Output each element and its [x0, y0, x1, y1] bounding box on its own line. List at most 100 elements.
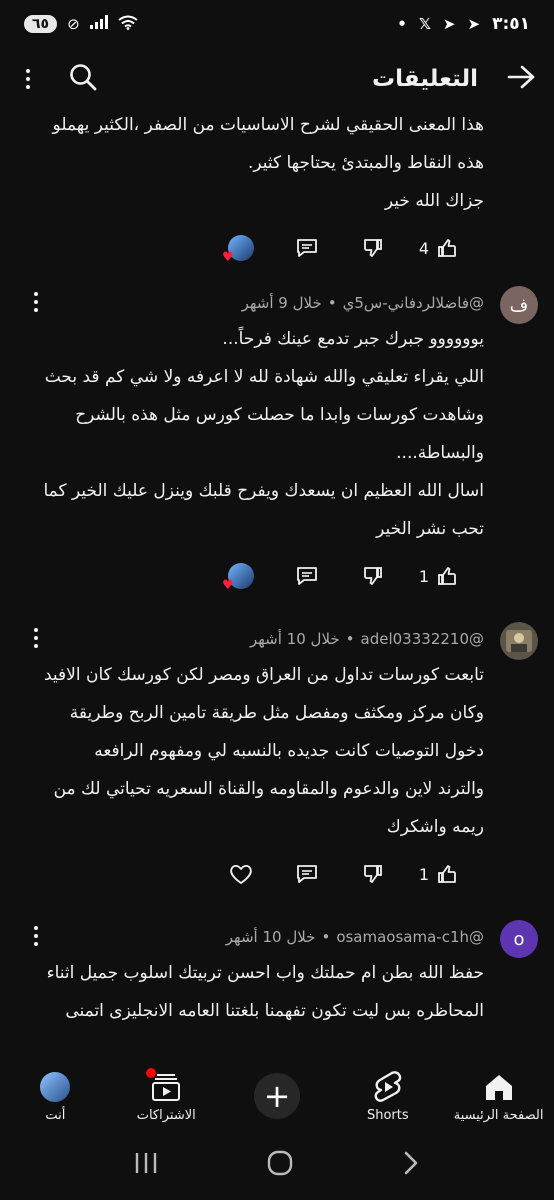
comment-icon	[297, 239, 317, 257]
thumb-down-icon	[364, 239, 382, 257]
comment-meta: @adel03332210 • خلال 10 أشهر	[18, 622, 484, 656]
do-not-disturb-icon: ⊘	[67, 15, 80, 33]
comments-list[interactable]: هذا المعنى الحقيقي لشرح الاساسيات من الص…	[0, 106, 554, 1060]
nav-shorts-label: Shorts	[366, 1107, 409, 1123]
nav-subscriptions-label: الاشتراكات	[136, 1107, 196, 1123]
reply-button[interactable]	[274, 862, 340, 886]
comment-line: اسال الله العظيم ان يسعدك ويفرح قلبك وين…	[43, 481, 484, 501]
comment-icon	[297, 865, 317, 883]
avatar-letter: ف	[509, 294, 529, 316]
heart-outline-icon	[230, 864, 252, 884]
comment-line: تابعت كورسات تداول من العراق ومصر لكن كو…	[43, 665, 484, 685]
like-button[interactable]: 1	[406, 564, 472, 588]
nav-you[interactable]: أنت	[5, 1069, 105, 1123]
comment-line: يوووووو جبرك جبر تدمع عينك فرحاً...	[222, 329, 484, 349]
comment-line: المحاظره بس ليت تكون تفهمنا بلغتنا العام…	[65, 1001, 484, 1021]
add-icon: +	[254, 1073, 301, 1119]
shorts-icon	[374, 1070, 402, 1104]
comment-line: حفظ الله بطن ام حملتك واب احسن تربيتك اس…	[46, 963, 484, 983]
comment-author[interactable]: @فاضلالردفاني-س5ي	[343, 294, 484, 312]
creator-heart: ♥	[208, 563, 274, 593]
home-icon	[483, 1070, 515, 1104]
avatar[interactable]: o	[500, 920, 538, 958]
creator-avatar: ♥	[222, 235, 254, 265]
comment-actions: 1	[18, 846, 538, 902]
avatar-letter: o	[513, 928, 525, 950]
comment-actions: ♥ 4	[18, 220, 538, 276]
heart-icon: ♥	[222, 578, 234, 593]
recent-apps-icon[interactable]	[133, 1151, 159, 1182]
avatar	[38, 1069, 73, 1104]
you-avatar	[38, 1069, 73, 1104]
home-button-icon[interactable]	[266, 1149, 294, 1184]
reply-button[interactable]	[274, 564, 340, 588]
creator-avatar: ♥	[222, 563, 254, 593]
comment-more-icon[interactable]	[26, 926, 46, 946]
comment-time: خلال 10 أشهر	[249, 630, 340, 648]
nav-home-label: الصفحة الرئيسية	[453, 1107, 544, 1123]
comment-item: ف @فاضلالردفاني-س5ي • خلال 9 أشهر يووووو…	[0, 276, 554, 604]
comment-item: @adel03332210 • خلال 10 أشهر تابعت كورسا…	[0, 604, 554, 902]
nav-subscriptions[interactable]: الاشتراكات	[116, 1067, 216, 1123]
comment-line: هذه النقاط والمبتدئ يحتاجها كثير.	[247, 153, 484, 173]
comment-line: اللي يقراء تعليقي والله شهادة لله لا اعر…	[44, 367, 484, 387]
comment-more-icon[interactable]	[26, 628, 46, 648]
comment-meta: @osamaosama-c1h • خلال 10 أشهر	[18, 920, 484, 954]
comment-line: والترند لاين والدعوم والمقاومه والقناة ا…	[53, 779, 484, 799]
meta-separator: •	[321, 928, 331, 946]
wifi-icon	[118, 15, 138, 34]
telegram-icon: ➤	[442, 15, 456, 33]
dislike-button[interactable]	[340, 564, 406, 588]
comment-author[interactable]: @osamaosama-c1h	[336, 928, 484, 946]
heart-icon: ♥	[222, 250, 234, 265]
like-button[interactable]: 1	[406, 862, 472, 886]
comment-line: والبساطة....	[396, 443, 484, 463]
bottom-nav: الصفحة الرئيسية Shorts + الاشتراكات أنت	[0, 1060, 554, 1132]
thumb-up-icon	[438, 865, 456, 883]
page-title: التعليقات	[372, 66, 478, 92]
signal-icon	[89, 15, 108, 33]
search-icon[interactable]	[68, 62, 98, 96]
comment-line: تحب نشر الخير	[376, 519, 484, 539]
dislike-button[interactable]	[340, 862, 406, 886]
comment-item: o @osamaosama-c1h • خلال 10 أشهر حفظ الل…	[0, 902, 554, 1030]
battery-indicator: ٦٥	[24, 15, 58, 33]
header-actions	[18, 62, 98, 96]
back-chevron-icon[interactable]	[401, 1150, 421, 1183]
comment-item: هذا المعنى الحقيقي لشرح الاساسيات من الص…	[0, 106, 554, 276]
thumb-up-icon	[438, 239, 456, 257]
avatar[interactable]: ف	[500, 286, 538, 324]
comment-line: وكان مركز ومكثف ومفصل مثل طريقة تامين ال…	[69, 703, 484, 723]
comment-line: ريمه واشكرك	[386, 817, 484, 837]
more-options-icon[interactable]	[18, 69, 38, 89]
comment-actions: ♥ 1	[18, 548, 538, 604]
comment-meta: @فاضلالردفاني-س5ي • خلال 9 أشهر	[18, 286, 484, 320]
system-nav-bar	[0, 1132, 554, 1200]
nav-add[interactable]: +	[227, 1073, 327, 1119]
comment-time: خلال 9 أشهر	[241, 294, 322, 312]
status-time: ٣:٥١	[492, 14, 530, 34]
avatar[interactable]	[500, 622, 538, 660]
subscriptions-icon	[146, 1067, 182, 1104]
nav-shorts[interactable]: Shorts	[338, 1070, 438, 1123]
like-button[interactable]: 4	[406, 236, 472, 260]
back-arrow-icon[interactable]	[506, 64, 536, 94]
meta-separator: •	[327, 294, 337, 312]
comment-line: وشاهدت كورسات وابدا ما حصلت كورس مثل هذه…	[75, 405, 484, 425]
like-count: 1	[418, 566, 430, 586]
status-left: ٦٥ ⊘	[24, 15, 138, 34]
reply-button[interactable]	[274, 236, 340, 260]
new-content-dot	[146, 1067, 157, 1078]
heart-button[interactable]	[208, 862, 274, 886]
nav-home[interactable]: الصفحة الرئيسية	[449, 1070, 549, 1123]
thumb-down-icon	[364, 865, 382, 883]
comments-header: التعليقات	[0, 52, 554, 106]
status-bar: ٦٥ ⊘ • 𝕏 ➤ ➤ ٣:٥١	[0, 0, 554, 48]
thumb-down-icon	[364, 567, 382, 585]
comment-line: هذا المعنى الحقيقي لشرح الاساسيات من الص…	[52, 115, 484, 135]
header-title-group: التعليقات	[372, 64, 536, 94]
dislike-button[interactable]	[340, 236, 406, 260]
comment-author[interactable]: @adel03332210	[361, 630, 484, 648]
comment-more-icon[interactable]	[26, 292, 46, 312]
thumb-up-icon	[438, 567, 456, 585]
